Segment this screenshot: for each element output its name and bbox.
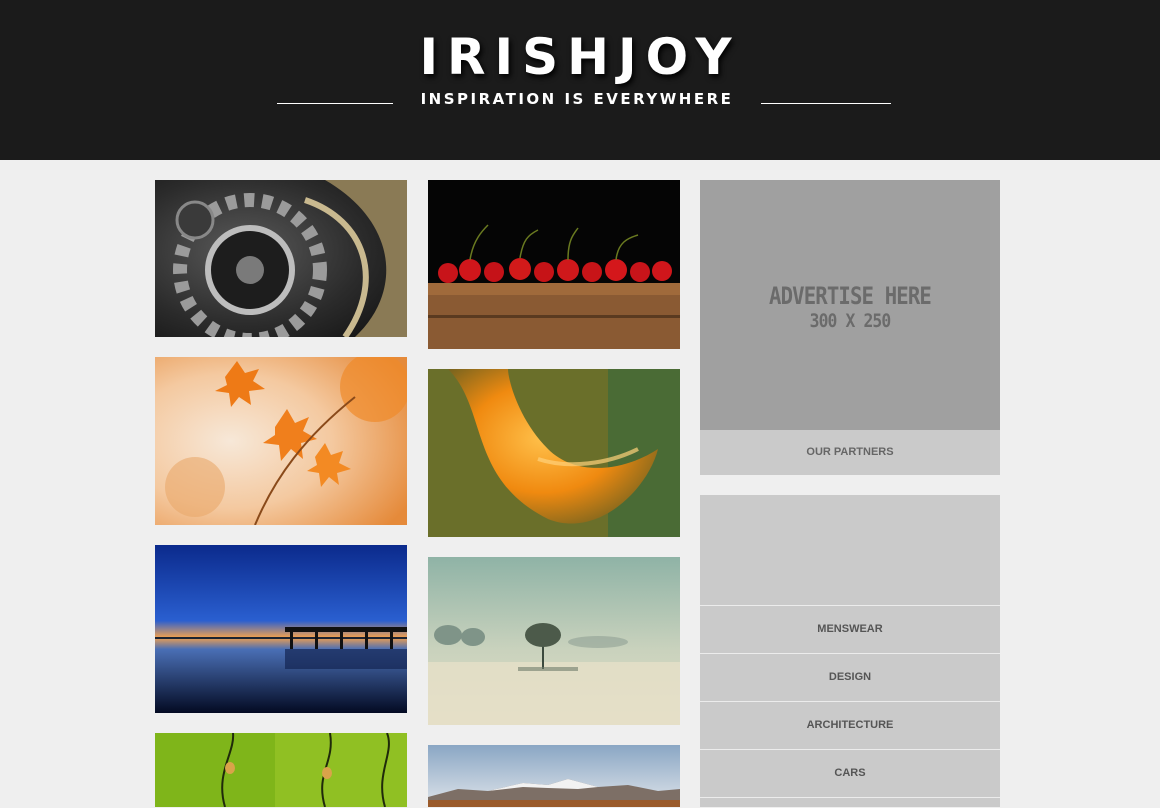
gallery-thumb-maple-leaves[interactable] <box>155 357 407 525</box>
gallery-thumb-green-stems[interactable] <box>155 733 407 807</box>
category-item-architecture[interactable]: ARCHITECTURE <box>700 701 1000 749</box>
gallery-thumb-pier-dusk[interactable] <box>155 545 407 713</box>
advertisement-slot[interactable]: ADVERTISE HERE 300 X 250 <box>700 180 1000 430</box>
gallery-thumb-orange-petal[interactable] <box>428 369 680 537</box>
site-logo[interactable]: IRISHJOY <box>0 28 1160 86</box>
gallery-thumb-cherries[interactable] <box>428 180 680 349</box>
gallery-thumb-foggy-trees[interactable] <box>428 557 680 725</box>
ad-size-label: 300 X 250 <box>809 310 892 332</box>
our-partners-button[interactable]: OUR PARTNERS <box>700 430 1000 475</box>
tagline-row: INSPIRATION IS EVERYWHERE <box>277 88 891 114</box>
tagline-rule-right <box>761 103 891 104</box>
category-item-design[interactable]: DESIGN <box>700 653 1000 701</box>
category-item-menswear[interactable]: MENSWEAR <box>700 605 1000 653</box>
tagline-rule-left <box>277 103 393 104</box>
site-header: IRISHJOY INSPIRATION IS EVERYWHERE <box>0 0 1160 160</box>
category-item-next[interactable] <box>700 797 1000 808</box>
ad-headline: ADVERTISE HERE <box>769 282 932 310</box>
category-panel: MENSWEAR DESIGN ARCHITECTURE CARS <box>700 495 1000 807</box>
gallery-thumb-mountains[interactable] <box>428 745 680 807</box>
site-tagline: INSPIRATION IS EVERYWHERE <box>420 90 734 108</box>
gallery-thumb-clock-gears[interactable] <box>155 180 407 337</box>
category-item-cars[interactable]: CARS <box>700 749 1000 797</box>
